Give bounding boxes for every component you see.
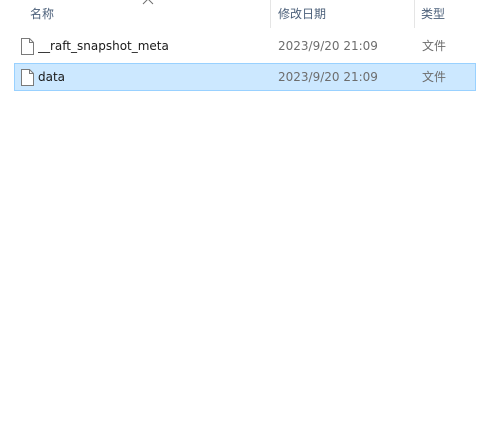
file-modified-date: 2023/9/20 21:09 <box>278 39 378 53</box>
file-name: data <box>38 70 66 84</box>
file-type: 文件 <box>422 70 447 84</box>
file-list-view: 名称 修改日期 类型 __raft_snapshot_meta 2023/9/2… <box>0 0 477 437</box>
chevron-up-icon <box>142 0 154 5</box>
column-header-row: 名称 修改日期 类型 <box>0 0 477 28</box>
column-header-date[interactable]: 修改日期 <box>278 0 414 28</box>
column-header-type[interactable]: 类型 <box>421 0 477 28</box>
column-divider[interactable] <box>414 0 415 28</box>
column-header-date-label: 修改日期 <box>278 7 327 21</box>
column-divider[interactable] <box>270 0 271 28</box>
file-icon <box>21 38 34 55</box>
column-header-name-label: 名称 <box>30 7 55 21</box>
file-row[interactable]: __raft_snapshot_meta 2023/9/20 21:09 文件 <box>14 32 476 60</box>
file-modified-date: 2023/9/20 21:09 <box>278 70 378 84</box>
file-name: __raft_snapshot_meta <box>38 39 169 53</box>
file-icon <box>21 69 34 86</box>
column-header-type-label: 类型 <box>421 7 446 21</box>
file-row[interactable]: data 2023/9/20 21:09 文件 <box>14 63 476 91</box>
file-type: 文件 <box>422 39 447 53</box>
